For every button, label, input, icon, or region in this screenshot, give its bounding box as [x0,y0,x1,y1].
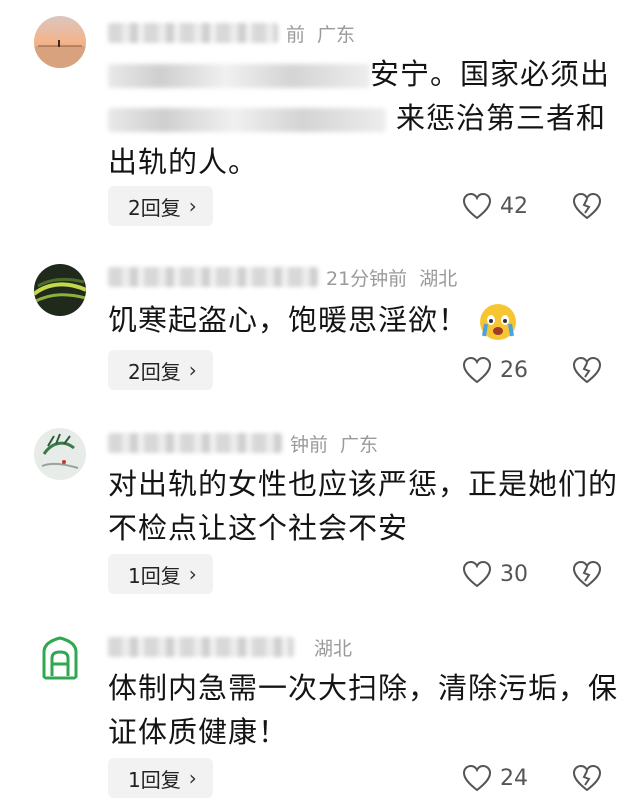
username-blurred[interactable] [108,637,294,657]
like-button[interactable]: 26 [462,350,528,390]
like-count: 26 [500,357,528,383]
comment-time: 21分钟前 [326,267,408,290]
comment-text: 安宁。国家必须出 来惩治第三者和 出轨的人。 [108,57,611,179]
dislike-button[interactable] [572,350,602,390]
like-count: 42 [500,193,528,219]
broken-heart-icon [572,560,602,588]
green-badge-avatar-icon [34,632,86,684]
heart-icon [462,356,492,384]
comment-meta: 钟前 广东 [108,428,378,458]
broken-heart-icon [572,356,602,384]
like-count: 24 [500,765,528,791]
comment-text: 对出轨的女性也应该严惩，正是她们的 不检点让这个社会不安 [108,467,619,545]
username-blurred[interactable] [108,267,318,287]
comment-location: 广东 [340,433,379,456]
blurred-text [108,108,386,132]
comment-time: 钟前 [290,433,329,456]
chevron-right-icon: › [188,766,197,790]
broken-heart-icon [572,192,602,220]
comment-meta: 前 广东 [108,18,355,48]
avatar[interactable] [34,264,86,316]
comment-location: 广东 [317,23,356,46]
like-button[interactable]: 30 [462,554,528,594]
chevron-right-icon: › [188,194,197,218]
comment-location: 湖北 [419,267,458,290]
comment-text: 体制内急需一次大扫除，清除污垢，保 证体质健康！ [108,671,619,749]
blurred-text [108,64,370,88]
reply-count-button[interactable]: 2回复 › [108,186,213,226]
heart-icon [462,764,492,792]
dislike-button[interactable] [572,186,602,226]
avatar[interactable] [34,16,86,68]
chevron-right-icon: › [188,358,197,382]
reply-count-button[interactable]: 2回复 › [108,350,213,390]
username-blurred[interactable] [108,433,282,453]
avatar[interactable] [34,632,86,684]
chevron-right-icon: › [188,562,197,586]
reply-count-button[interactable]: 1回复 › [108,554,213,594]
like-button[interactable]: 24 [462,758,528,798]
leaf-avatar-icon [34,264,86,316]
comment-location: 湖北 [314,637,353,660]
username-blurred[interactable] [108,23,278,43]
sunset-avatar-icon [34,16,86,68]
like-button[interactable]: 42 [462,186,528,226]
comment-text: 饥寒起盗心，饱暖思淫欲！ [108,298,608,342]
crying-emoji-icon [480,304,517,340]
ink-painting-avatar-icon [34,428,86,480]
heart-icon [462,560,492,588]
reply-count-button[interactable]: 1回复 › [108,758,213,798]
dislike-button[interactable] [572,554,602,594]
comment-meta: 湖北 [108,632,352,662]
comment-meta: 21分钟前 湖北 [108,262,457,292]
like-count: 30 [500,561,528,587]
dislike-button[interactable] [572,758,602,798]
comment-time: 前 [286,23,306,46]
broken-heart-icon [572,764,602,792]
avatar[interactable] [34,428,86,480]
heart-icon [462,192,492,220]
